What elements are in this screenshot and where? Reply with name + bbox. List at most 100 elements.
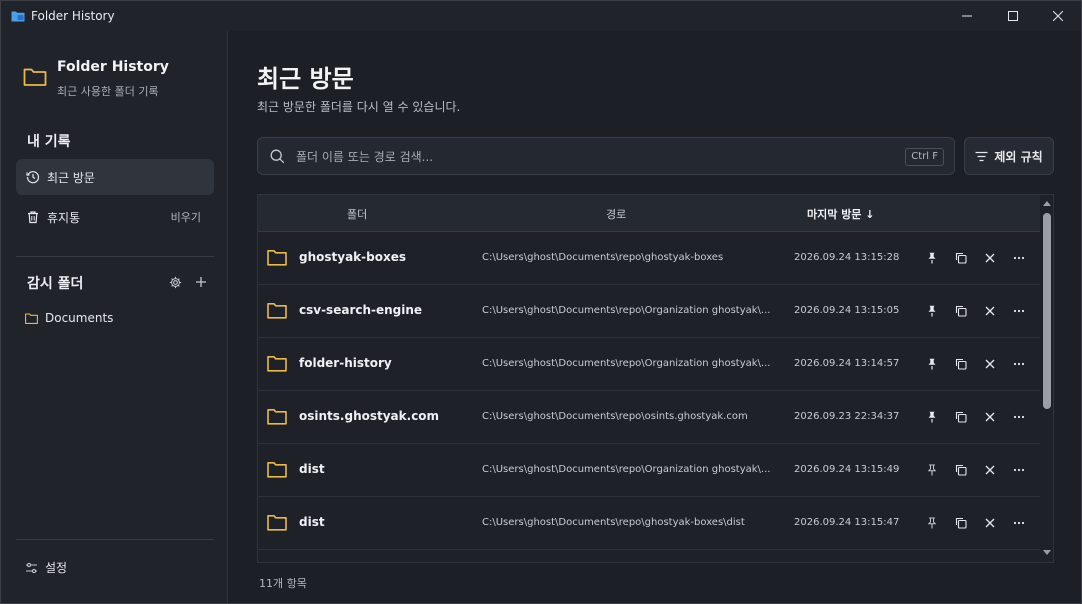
trash-icon — [26, 210, 40, 224]
plus-icon — [195, 276, 207, 288]
pin-filled-icon[interactable] — [922, 354, 942, 374]
table-row[interactable]: csv-search-engine C:\Users\ghost\Document… — [258, 285, 1040, 338]
copy-icon[interactable] — [951, 513, 971, 533]
add-watch-folder-button[interactable] — [192, 273, 210, 291]
more-icon[interactable] — [1009, 301, 1029, 321]
sidebar-item-recent[interactable]: 최근 방문 — [16, 159, 214, 195]
last-visit-date: 2026.09.24 13:15:47 — [794, 517, 900, 528]
pin-filled-icon[interactable] — [922, 301, 942, 321]
search-input[interactable] — [296, 147, 896, 167]
remove-icon[interactable] — [980, 513, 1000, 533]
settings-sliders-icon — [25, 562, 38, 574]
copy-icon[interactable] — [951, 354, 971, 374]
table-row[interactable]: dist C:\Users\ghost\Documents\repo\Organi… — [258, 444, 1040, 497]
watch-folder-label: Documents — [45, 311, 114, 325]
watch-folders-heading: 감시 폴더 — [27, 276, 84, 292]
table-row[interactable]: dist C:\Users\ghost\Documents\repo\ghosty… — [258, 497, 1040, 550]
app-window: Folder History Folder History 최근 사용한 폴더 … — [0, 0, 1082, 604]
history-icon — [26, 170, 40, 184]
sidebar-item-label: 최근 방문 — [47, 170, 95, 185]
folder-path: C:\Users\ghost\Documents\repo\Organizati… — [482, 464, 771, 475]
search-box[interactable]: Ctrl F — [257, 137, 955, 175]
watch-folder-item[interactable]: Documents — [25, 311, 113, 325]
more-icon[interactable] — [1009, 513, 1029, 533]
folder-path: C:\Users\ghost\Documents\repo\osints.gho… — [482, 411, 748, 422]
copy-icon[interactable] — [951, 301, 971, 321]
exclude-rules-button[interactable]: 제외 규칙 — [964, 137, 1054, 175]
pin-icon[interactable] — [922, 513, 942, 533]
table-row[interactable]: folder-history C:\Users\ghost\Documents\r… — [258, 338, 1040, 391]
copy-icon[interactable] — [951, 460, 971, 480]
more-icon[interactable] — [1009, 248, 1029, 268]
folder-path: C:\Users\ghost\Documents\repo\ghostyak-b… — [482, 517, 745, 528]
copy-icon[interactable] — [951, 407, 971, 427]
folder-icon — [25, 312, 38, 324]
search-icon — [270, 149, 285, 164]
gear-icon — [169, 276, 182, 289]
pin-filled-icon[interactable] — [922, 248, 942, 268]
remove-icon[interactable] — [980, 301, 1000, 321]
sidebar-item-label: 휴지통 — [47, 210, 81, 225]
settings-button[interactable]: 설정 — [25, 559, 67, 576]
column-header-folder[interactable]: 폴더 — [347, 206, 367, 222]
more-icon[interactable] — [1009, 354, 1029, 374]
more-icon[interactable] — [1009, 407, 1029, 427]
exclude-rules-label: 제외 규칙 — [994, 149, 1043, 164]
table-header: 폴더 경로 마지막 방문 ↓ — [258, 195, 1040, 232]
maximize-button[interactable] — [990, 1, 1036, 31]
more-icon[interactable] — [1009, 460, 1029, 480]
window-title: Folder History — [31, 9, 115, 23]
page-subtitle: 최근 방문한 폴더를 다시 열 수 있습니다. — [257, 100, 461, 114]
scrollbar[interactable] — [1040, 195, 1053, 562]
folder-icon — [267, 514, 287, 531]
scroll-down-arrow-icon[interactable] — [1042, 549, 1052, 557]
copy-icon[interactable] — [951, 248, 971, 268]
folder-name[interactable]: dist — [299, 462, 325, 476]
folder-icon — [267, 302, 287, 319]
brand-title: Folder History — [57, 59, 169, 75]
folder-name[interactable]: folder-history — [299, 356, 392, 370]
folder-name[interactable]: csv-search-engine — [299, 303, 422, 317]
column-header-path[interactable]: 경로 — [606, 206, 626, 222]
folder-path: C:\Users\ghost\Documents\repo\Organizati… — [482, 358, 771, 369]
shortcut-badge: Ctrl F — [905, 148, 944, 166]
main-content: 최근 방문 최근 방문한 폴더를 다시 열 수 있습니다. Ctrl F 제외 … — [229, 31, 1081, 603]
page-title: 최근 방문 — [257, 65, 354, 93]
my-records-heading: 내 기록 — [27, 134, 71, 150]
folder-icon — [23, 67, 47, 87]
close-button[interactable] — [1035, 1, 1081, 31]
watch-settings-button[interactable] — [166, 273, 184, 291]
remove-icon[interactable] — [980, 460, 1000, 480]
pin-icon[interactable] — [922, 460, 942, 480]
sidebar-divider — [16, 256, 214, 257]
folder-name[interactable]: osints.ghostyak.com — [299, 409, 439, 423]
sidebar-divider — [16, 539, 214, 540]
sidebar-item-trash[interactable]: 휴지통 비우기 — [16, 199, 214, 235]
last-visit-date: 2026.09.24 13:15:49 — [794, 464, 900, 475]
brand-subtitle: 최근 사용한 폴더 기록 — [57, 85, 159, 98]
last-visit-date: 2026.09.24 13:14:57 — [794, 358, 900, 369]
scroll-up-arrow-icon[interactable] — [1042, 199, 1052, 207]
title-bar: Folder History — [1, 1, 1081, 31]
app-folder-icon — [11, 10, 25, 22]
table-row[interactable]: ghostyak-boxes C:\Users\ghost\Documents\r… — [258, 232, 1040, 285]
pin-filled-icon[interactable] — [922, 407, 942, 427]
folder-icon — [267, 408, 287, 425]
folder-icon — [267, 249, 287, 266]
folder-name[interactable]: dist — [299, 515, 325, 529]
settings-label: 설정 — [45, 561, 68, 575]
item-count: 11개 항목 — [259, 577, 307, 590]
empty-trash-button[interactable]: 비우기 — [171, 209, 201, 225]
folder-icon — [267, 355, 287, 372]
table-row[interactable]: osints.ghostyak.com C:\Users\ghost\Docume… — [258, 391, 1040, 444]
scrollbar-thumb[interactable] — [1043, 213, 1051, 409]
remove-icon[interactable] — [980, 354, 1000, 374]
folder-name[interactable]: ghostyak-boxes — [299, 250, 406, 264]
folder-path: C:\Users\ghost\Documents\repo\ghostyak-b… — [482, 252, 724, 263]
folder-path: C:\Users\ghost\Documents\repo\Organizati… — [482, 305, 771, 316]
minimize-button[interactable] — [944, 1, 990, 31]
column-header-last-visit[interactable]: 마지막 방문 ↓ — [807, 206, 874, 222]
remove-icon[interactable] — [980, 248, 1000, 268]
remove-icon[interactable] — [980, 407, 1000, 427]
last-visit-date: 2026.09.23 22:34:37 — [794, 411, 900, 422]
